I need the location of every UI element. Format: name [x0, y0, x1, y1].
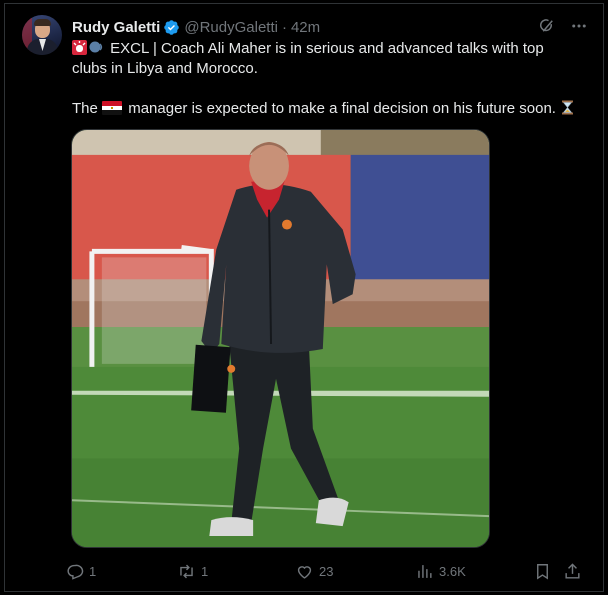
speaking-head-emoji-icon	[89, 40, 104, 55]
views-button[interactable]: 3.6K	[415, 562, 533, 581]
repost-icon	[180, 564, 193, 578]
grok-icon[interactable]	[537, 16, 557, 36]
bookmark-button[interactable]	[533, 562, 563, 581]
like-count: 23	[319, 563, 334, 579]
tweet-header: Rudy Galetti @RudyGaletti · 42m	[72, 17, 320, 37]
tweet-line-2: clubs in Libya and Morocco.	[72, 60, 258, 77]
tweet-card[interactable]: Rudy Galetti @RudyGaletti · 42m EXCL | C…	[4, 3, 604, 592]
tweet-text: EXCL | Coach Ali Maher is in serious and…	[72, 39, 592, 119]
share-button[interactable]	[563, 562, 587, 581]
egypt-flag-emoji-icon	[102, 101, 123, 115]
author-handle[interactable]: @RudyGaletti	[184, 19, 278, 36]
views-bar-chart-icon	[418, 564, 432, 578]
reply-icon	[67, 564, 84, 580]
tweet-line-3-suffix: manager is expected to make a final deci…	[128, 100, 556, 117]
more-options-icon[interactable]	[569, 16, 589, 36]
author-name[interactable]: Rudy Galetti	[72, 19, 160, 36]
heart-icon	[297, 565, 312, 579]
tweet-line-1: EXCL | Coach Ali Maher is in serious and…	[110, 40, 544, 57]
avatar[interactable]	[22, 15, 62, 55]
bookmark-icon	[537, 563, 548, 580]
hourglass-emoji-icon	[560, 100, 575, 115]
like-button[interactable]: 23	[295, 562, 415, 581]
view-count: 3.6K	[439, 563, 466, 579]
siren-emoji-icon	[72, 40, 87, 55]
timestamp[interactable]: 42m	[291, 19, 320, 36]
verified-badge-icon	[164, 19, 180, 35]
repost-button[interactable]: 1	[177, 562, 295, 581]
separator-dot: ·	[281, 18, 287, 36]
share-icon	[565, 562, 580, 579]
repost-count: 1	[201, 563, 209, 579]
tweet-actions: 1 1 23 3.6K	[65, 560, 591, 582]
reply-button[interactable]: 1	[65, 562, 177, 581]
reply-count: 1	[89, 563, 97, 579]
coach-photo-scene	[72, 130, 489, 547]
tweet-line-3-prefix: The	[72, 100, 98, 117]
tweet-photo[interactable]	[71, 129, 490, 548]
